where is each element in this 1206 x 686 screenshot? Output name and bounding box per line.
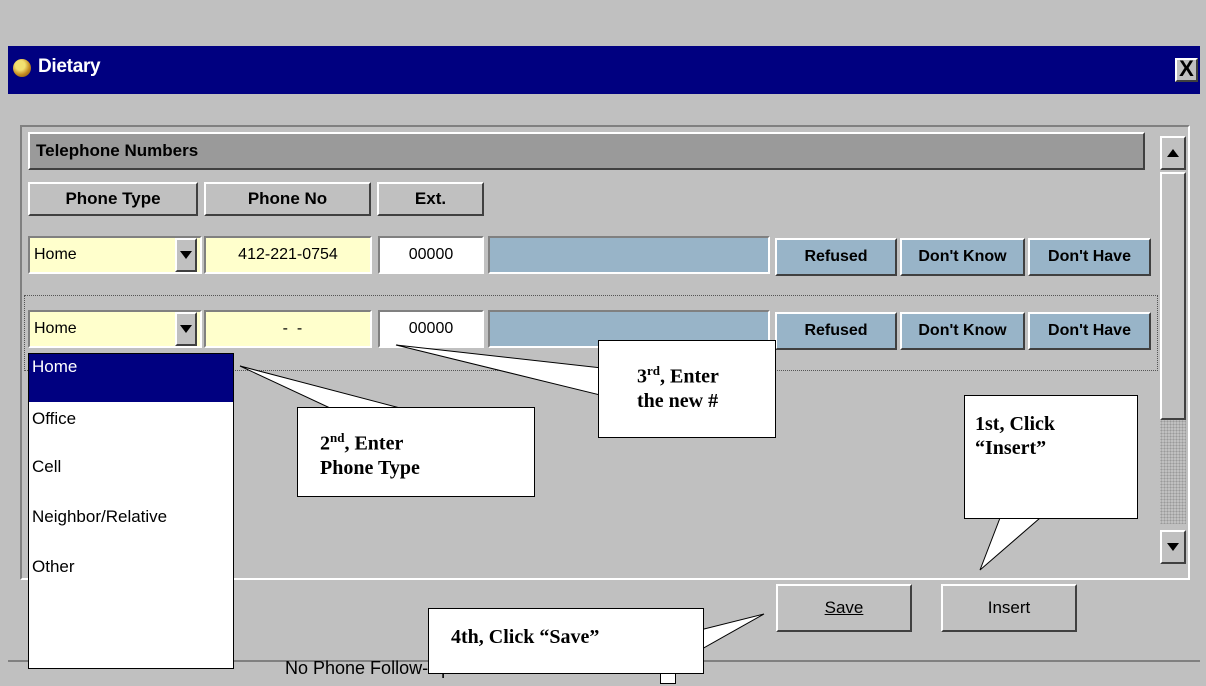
callout-second-rest: , Enter — [344, 432, 404, 455]
callout-second-line2: Phone Type — [320, 456, 420, 479]
callout-third: 3rd, Enter the new # — [598, 340, 776, 438]
callout-second-sup: nd — [330, 430, 345, 445]
callout-second: 2nd, Enter Phone Type — [297, 407, 535, 497]
callout-third-sup: rd — [647, 363, 660, 378]
callout-fourth-text: 4th, Click “Save” — [451, 626, 600, 648]
callout-third-rest: , Enter — [660, 365, 719, 388]
callout-pointer-third — [395, 344, 621, 396]
callout-first-text: 1st, Click “Insert” — [975, 413, 1055, 459]
callout-pointer-fourth — [699, 613, 765, 651]
callout-pointer-first — [979, 517, 1042, 571]
callout-third-line2: the new # — [637, 389, 719, 412]
callout-first: 1st, Click “Insert” — [964, 395, 1138, 519]
callout-second-num: 2 — [320, 432, 330, 455]
callout-third-num: 3 — [637, 365, 647, 388]
callout-fourth: 4th, Click “Save” — [428, 608, 704, 674]
callout-pointer-second — [239, 365, 401, 409]
